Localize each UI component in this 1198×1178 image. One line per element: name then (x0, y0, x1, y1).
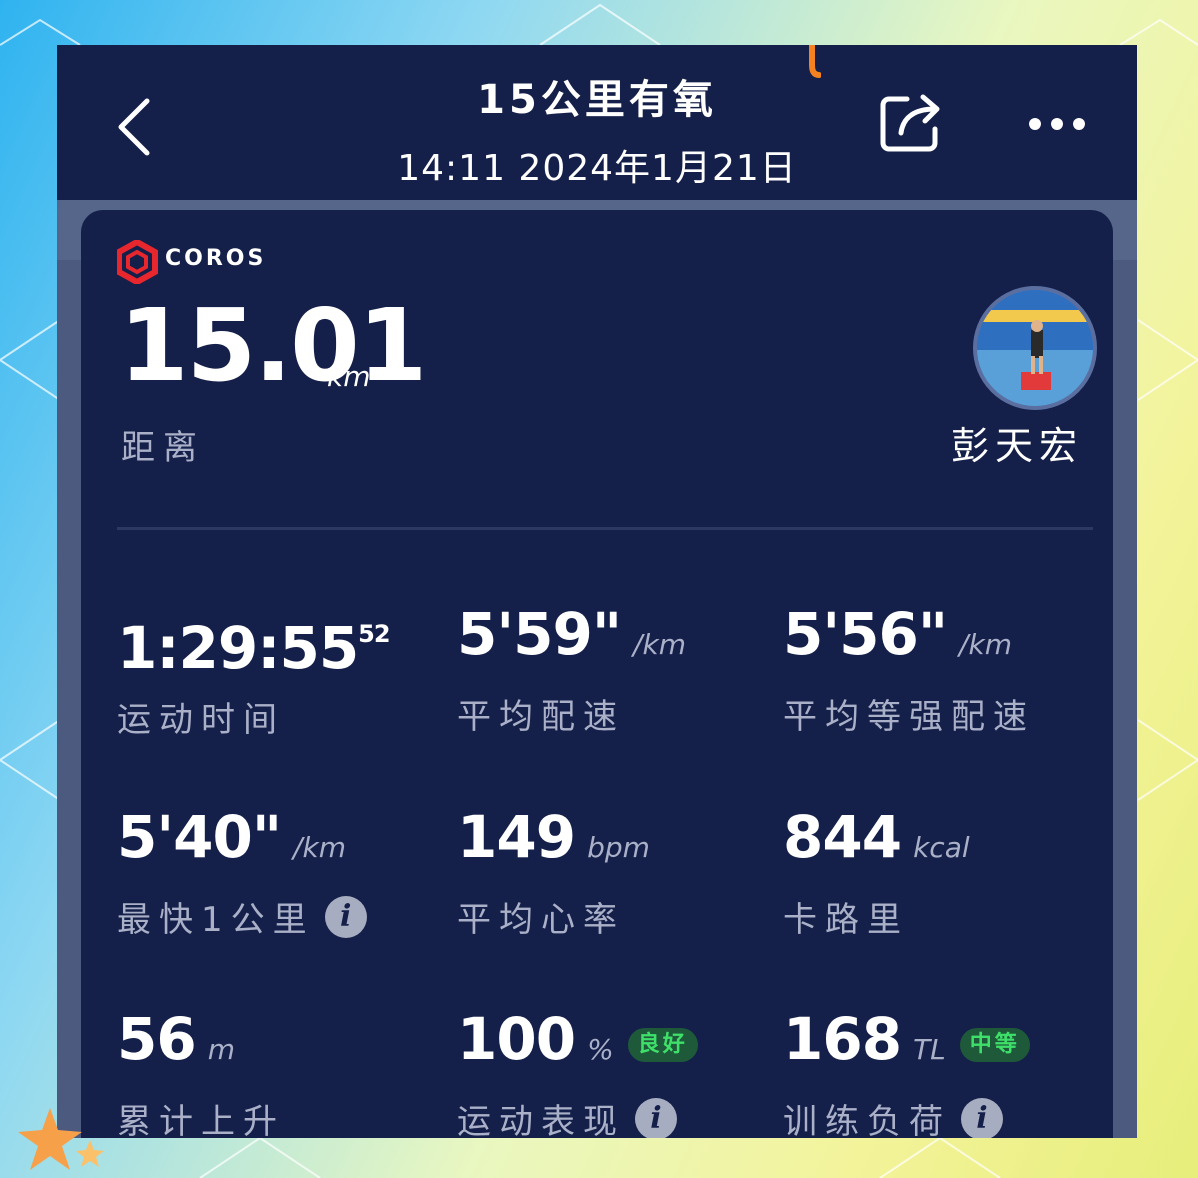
distance-label: 距离 (121, 428, 205, 468)
info-icon[interactable]: i (635, 1097, 677, 1138)
user-name: 彭天宏 (951, 424, 1084, 468)
stat-unit: % (587, 1033, 614, 1066)
stat-training-load: 168 TL 中等 训练负荷 i (783, 1007, 1030, 1138)
distance-unit: km (327, 360, 371, 393)
stat-label: 训练负荷 (783, 1102, 951, 1138)
stat-value: 844 (783, 803, 902, 871)
stat-label: 平均心率 (457, 900, 625, 940)
more-icon[interactable] (1027, 115, 1087, 133)
app-screen: 15公里有氧 14:11 2024年1月21日 COROS 15.01 km 距… (57, 45, 1137, 1138)
stat-value: 56 (117, 1005, 197, 1073)
stat-duration: 1:29:5552 运动时间 (117, 602, 391, 741)
stat-avg-heart-rate: 149 bpm 平均心率 (457, 805, 650, 941)
distance-value: 15.01 (119, 287, 427, 404)
stat-unit: /km (633, 628, 686, 661)
status-badge: 中等 (959, 1028, 1030, 1062)
stat-unit: m (207, 1033, 235, 1066)
stat-avg-pace: 5'59" /km 平均配速 (457, 602, 686, 738)
top-bar: 15公里有氧 14:11 2024年1月21日 (57, 45, 1137, 200)
stat-value: 5'56" (783, 600, 948, 668)
stat-label: 运动表现 (457, 1102, 625, 1138)
stat-value: 1:29:55 (117, 614, 359, 682)
stat-label: 平均配速 (457, 697, 625, 737)
stat-elevation-gain: 56 m 累计上升 (117, 1007, 285, 1138)
status-badge: 良好 (627, 1028, 698, 1062)
stat-label: 运动时间 (117, 700, 285, 740)
activity-title: 15公里有氧 (477, 77, 717, 123)
stat-unit: TL (913, 1033, 946, 1066)
stat-unit: /km (959, 628, 1012, 661)
stat-label: 平均等强配速 (783, 697, 1035, 737)
stat-value-sup: 52 (358, 620, 390, 648)
stat-unit: bpm (587, 831, 650, 864)
stat-value: 5'40" (117, 803, 282, 871)
info-icon[interactable]: i (961, 1097, 1003, 1138)
info-icon[interactable]: i (324, 895, 367, 938)
summary-card: COROS 15.01 km 距离 彭天宏 1:29:5552 运动时间 5'5… (81, 210, 1113, 1138)
stat-unit: kcal (913, 831, 970, 864)
decoration-mark (809, 45, 821, 78)
stat-calories: 844 kcal 卡路里 (783, 805, 970, 941)
divider (117, 527, 1093, 530)
star-decoration (18, 1108, 104, 1170)
stat-label: 最快1公里 (117, 900, 315, 940)
stat-value: 149 (457, 803, 576, 871)
brand-name: COROS (165, 246, 267, 271)
stat-unit: /km (293, 831, 346, 864)
share-icon[interactable] (879, 93, 943, 155)
avatar-photo (977, 290, 1093, 406)
stat-value: 5'59" (457, 600, 622, 668)
activity-datetime: 14:11 2024年1月21日 (397, 148, 797, 189)
stat-label: 累计上升 (117, 1102, 285, 1138)
stat-fastest-km: 5'40" /km 最快1公里 i (117, 805, 367, 941)
stat-avg-grade-pace: 5'56" /km 平均等强配速 (783, 602, 1035, 738)
stat-performance: 100% 良好 运动表现 i (457, 1007, 698, 1138)
avatar[interactable] (973, 286, 1097, 410)
stat-label: 卡路里 (783, 900, 909, 940)
stat-value: 100 (457, 1005, 576, 1073)
stat-value: 168 (783, 1005, 902, 1073)
